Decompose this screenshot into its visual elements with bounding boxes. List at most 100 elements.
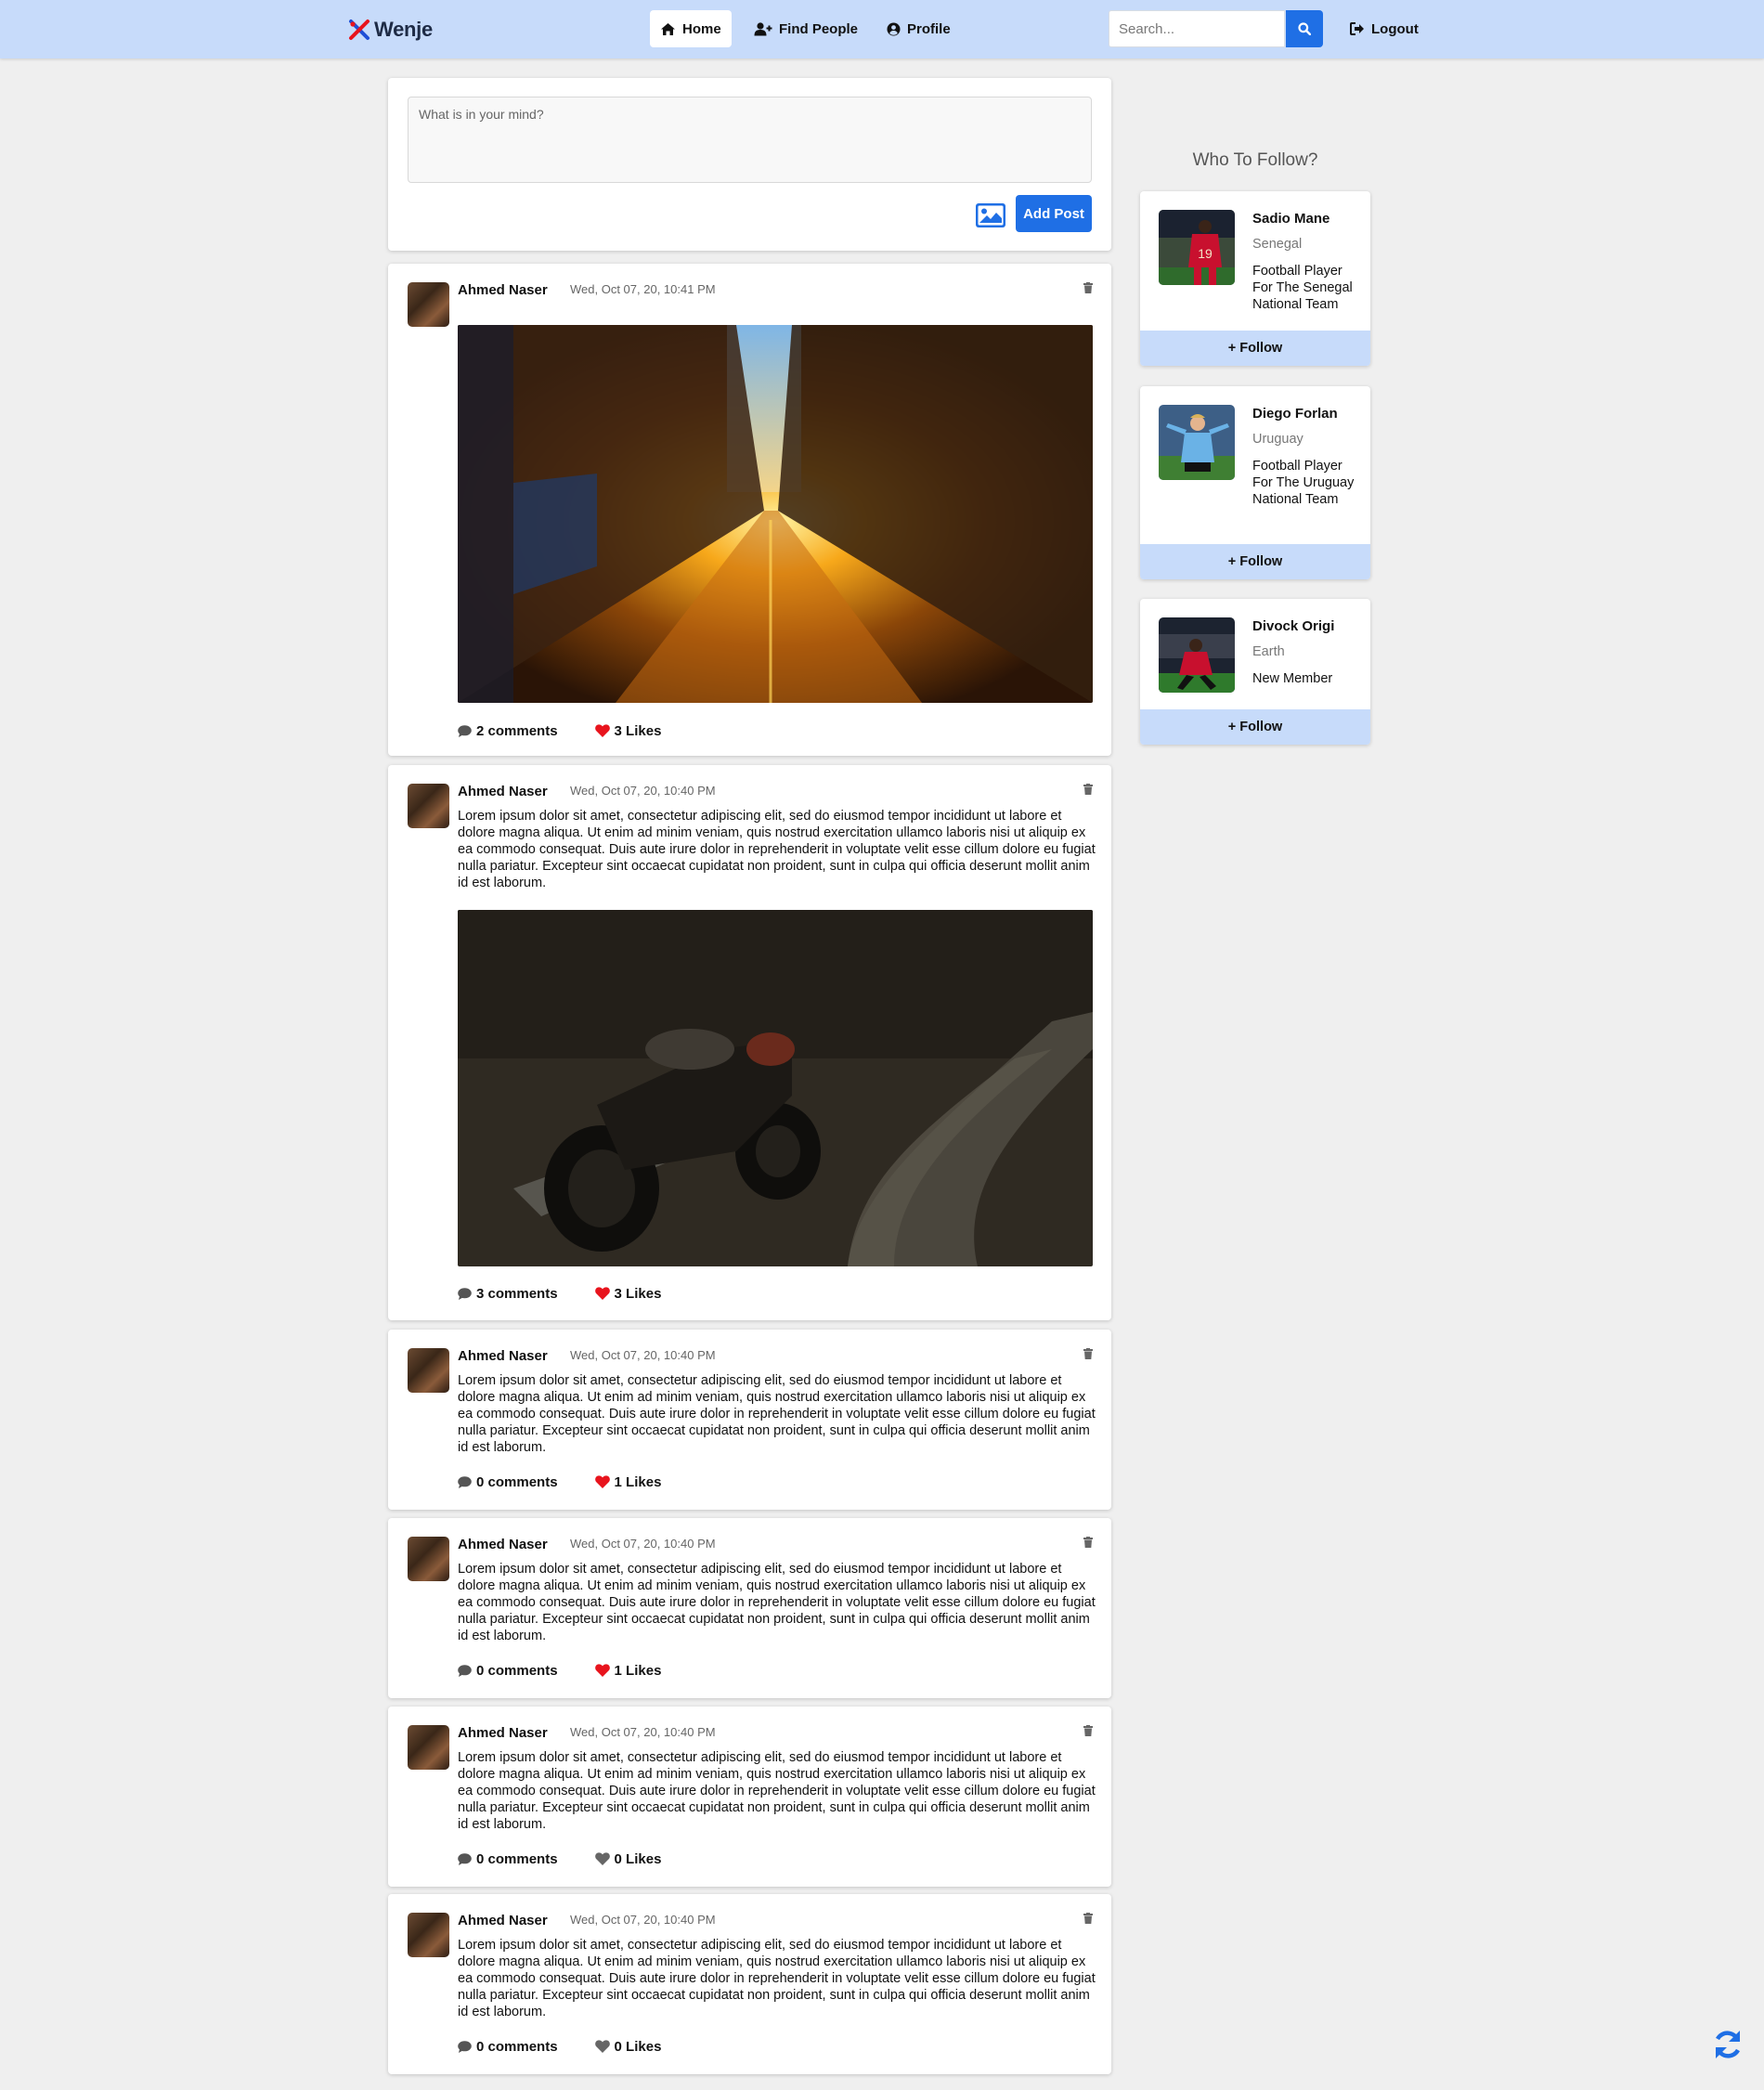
- like-button[interactable]: 1 Likes: [594, 1473, 662, 1490]
- follow-card: Diego Forlan Uruguay Football Player For…: [1140, 386, 1370, 579]
- likes-count: 1 Likes: [614, 1662, 662, 1679]
- comments-count: 0 comments: [476, 1850, 558, 1867]
- heart-icon: [594, 2040, 610, 2053]
- person-bio: New Member: [1252, 671, 1333, 686]
- post-author[interactable]: Ahmed Naser: [458, 1913, 548, 1928]
- author-avatar[interactable]: [408, 1913, 449, 1957]
- post-image[interactable]: [458, 910, 1093, 1266]
- post-text: Lorem ipsum dolor sit amet, consectetur …: [458, 1562, 1096, 1643]
- who-to-follow-title: Who To Follow?: [1192, 150, 1318, 170]
- person-avatar[interactable]: 19: [1159, 210, 1235, 285]
- post-author[interactable]: Ahmed Naser: [458, 1725, 548, 1741]
- trash-icon[interactable]: [1083, 784, 1093, 795]
- trash-icon[interactable]: [1083, 1348, 1093, 1359]
- post-author[interactable]: Ahmed Naser: [458, 282, 548, 298]
- comments-button[interactable]: 0 comments: [458, 1663, 558, 1679]
- author-avatar[interactable]: [408, 784, 449, 828]
- person-name[interactable]: Sadio Mane: [1252, 211, 1329, 227]
- comments-button[interactable]: 3 comments: [458, 1286, 558, 1302]
- person-country: Earth: [1252, 644, 1285, 659]
- search-button[interactable]: [1286, 10, 1323, 47]
- like-button[interactable]: 0 Likes: [594, 1850, 662, 1867]
- comments-button[interactable]: 2 comments: [458, 723, 558, 739]
- comments-count: 0 comments: [476, 1662, 558, 1679]
- likes-count: 0 Likes: [614, 2038, 662, 2055]
- trash-icon[interactable]: [1083, 1725, 1093, 1736]
- heart-icon: [594, 1475, 610, 1488]
- comments-button[interactable]: 0 comments: [458, 1851, 558, 1867]
- street-sunset-image: [458, 325, 1093, 703]
- image-upload-button[interactable]: [976, 203, 1005, 227]
- like-button[interactable]: 0 Likes: [594, 2038, 662, 2055]
- likes-count: 1 Likes: [614, 1473, 662, 1490]
- home-icon: [661, 22, 675, 35]
- follow-button[interactable]: + Follow: [1140, 709, 1370, 745]
- heart-icon: [594, 1287, 610, 1300]
- post-footer: 2 comments 3 Likes: [458, 722, 661, 739]
- person-bio: Football Player For The Senegal National…: [1252, 264, 1353, 312]
- comment-icon: [458, 1287, 472, 1300]
- post-footer: 3 comments 3 Likes: [458, 1285, 661, 1302]
- person-avatar[interactable]: [1159, 617, 1235, 693]
- like-button[interactable]: 1 Likes: [594, 1662, 662, 1679]
- motorcycle-forest-image: [458, 910, 1093, 1266]
- follow-button[interactable]: + Follow: [1140, 544, 1370, 579]
- post-date: Wed, Oct 07, 20, 10:40 PM: [570, 1725, 716, 1739]
- post-date: Wed, Oct 07, 20, 10:40 PM: [570, 784, 716, 798]
- post-date: Wed, Oct 07, 20, 10:41 PM: [570, 282, 716, 296]
- person-name[interactable]: Divock Origi: [1252, 618, 1334, 634]
- post-image[interactable]: [458, 325, 1093, 703]
- person-avatar[interactable]: [1159, 405, 1235, 480]
- user-plus-icon: [754, 21, 772, 35]
- post-card: Ahmed Naser Wed, Oct 07, 20, 10:40 PM Lo…: [388, 1707, 1111, 1887]
- post-author[interactable]: Ahmed Naser: [458, 784, 548, 799]
- heart-icon: [594, 1852, 610, 1865]
- post-card: Ahmed Naser Wed, Oct 07, 20, 10:40 PM Lo…: [388, 1330, 1111, 1510]
- nav-home[interactable]: Home: [650, 10, 732, 47]
- person-bio: Football Player For The Uruguay National…: [1252, 459, 1355, 507]
- post-date: Wed, Oct 07, 20, 10:40 PM: [570, 1348, 716, 1362]
- post-footer: 0 comments 1 Likes: [458, 1662, 661, 1679]
- comments-button[interactable]: 0 comments: [458, 2039, 558, 2055]
- brand-name: Wenje: [374, 18, 433, 41]
- comment-icon: [458, 1475, 472, 1488]
- heart-icon: [594, 1664, 610, 1677]
- nav-home-label: Home: [682, 20, 721, 37]
- comments-button[interactable]: 0 comments: [458, 1474, 558, 1490]
- red-jersey-player-image: 19: [1159, 210, 1235, 285]
- author-avatar[interactable]: [408, 1537, 449, 1581]
- heart-icon: [594, 724, 610, 737]
- user-circle-icon: [887, 22, 901, 35]
- post-author[interactable]: Ahmed Naser: [458, 1348, 548, 1364]
- post-card: Ahmed Naser Wed, Oct 07, 20, 10:40 PM Lo…: [388, 1894, 1111, 2074]
- image-icon: [976, 203, 1005, 227]
- refresh-icon[interactable]: [1711, 2028, 1745, 2061]
- trash-icon[interactable]: [1083, 282, 1093, 293]
- like-button[interactable]: 3 Likes: [594, 1285, 662, 1302]
- post-text: Lorem ipsum dolor sit amet, consectetur …: [458, 1938, 1096, 2019]
- brand[interactable]: Wenje: [348, 15, 433, 45]
- nav-find-people-label: Find People: [779, 20, 859, 37]
- likes-count: 0 Likes: [614, 1850, 662, 1867]
- post-footer: 0 comments 0 Likes: [458, 1850, 661, 1867]
- post-input[interactable]: [408, 97, 1092, 183]
- post-text: Lorem ipsum dolor sit amet, consectetur …: [458, 1373, 1096, 1455]
- like-button[interactable]: 3 Likes: [594, 723, 661, 739]
- person-name[interactable]: Diego Forlan: [1252, 406, 1338, 422]
- nav-profile-label: Profile: [907, 20, 951, 37]
- trash-icon[interactable]: [1083, 1913, 1093, 1924]
- post-author[interactable]: Ahmed Naser: [458, 1537, 548, 1552]
- search-input[interactable]: [1109, 10, 1285, 47]
- author-avatar[interactable]: [408, 1348, 449, 1393]
- post-composer: Add Post: [388, 78, 1111, 251]
- nav-profile[interactable]: Profile: [876, 10, 961, 47]
- follow-button[interactable]: + Follow: [1140, 331, 1370, 366]
- author-avatar[interactable]: [408, 282, 449, 327]
- nav-find-people[interactable]: Find People: [744, 10, 868, 47]
- author-avatar[interactable]: [408, 1725, 449, 1770]
- logout-button[interactable]: Logout: [1340, 10, 1429, 47]
- trash-icon[interactable]: [1083, 1537, 1093, 1548]
- add-post-button[interactable]: Add Post: [1016, 195, 1092, 232]
- likes-count: 3 Likes: [614, 1285, 662, 1302]
- logout-label: Logout: [1371, 20, 1419, 37]
